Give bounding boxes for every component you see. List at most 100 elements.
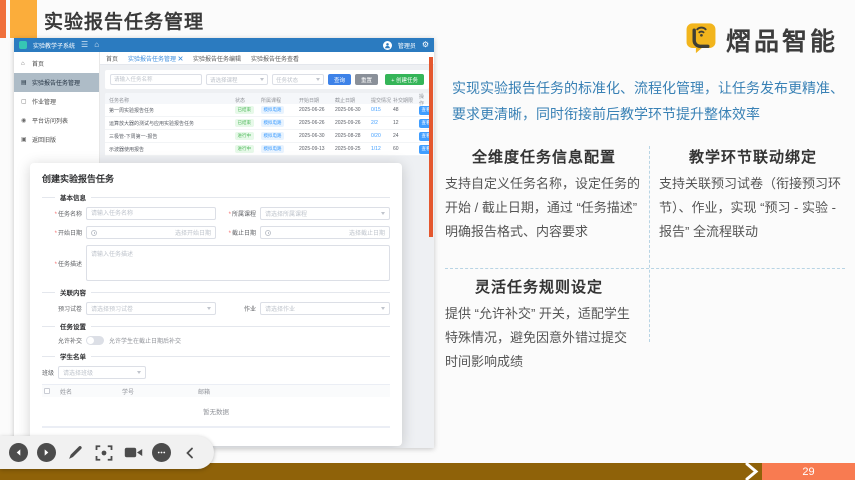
course-badge: 模拟电路 [261,106,284,114]
tab-bar: 首页 实验报告任务管理 实验报告任务编辑 实验报告任务查看 [100,52,434,65]
user-name[interactable]: 管理员 [398,41,416,50]
prev-slide-button[interactable] [9,443,28,462]
close-icon[interactable] [178,55,183,61]
menu-icon[interactable]: ☰ [81,41,88,49]
tab-report-view[interactable]: 实验报告任务查看 [251,54,299,63]
chevron-down-icon [207,307,211,310]
presenter-toolbar [0,436,214,469]
sidebar-item-legacy[interactable]: ▣ 返回旧版 [14,130,99,149]
create-task-button[interactable]: + 创建任务 [385,74,424,85]
quiz-select[interactable]: 请选择预习试卷 [86,302,216,315]
end-date-input[interactable]: 选择截止日期 [260,226,390,239]
start-date-label: 开始日期 [42,228,86,237]
feature-block-config: 全维度任务信息配置 支持自定义任务名称，设定任务的开始 / 截止日期，通过 “任… [445,146,643,244]
clock-icon [91,229,97,236]
chevron-down-icon [381,307,385,310]
task-name-filter-input[interactable] [110,74,202,85]
brand-name: 熠品智能 [726,27,839,56]
course-select[interactable]: 请选择所属课程 [260,207,390,220]
reset-button[interactable]: 重置 [355,74,379,85]
create-task-modal: 创建实验报告任务 基本信息 任务名称 所属课程 请选择所属课程 开始日期 选择开… [30,163,402,448]
course-badge: 模拟电路 [261,132,284,140]
chevron-right-icon [745,463,759,480]
clock-icon [265,229,271,236]
collapse-toolbar-icon[interactable] [180,443,200,463]
student-table: 姓名 学号 邮箱 暂无数据 [42,384,390,428]
tab-home[interactable]: 首页 [106,54,118,63]
gear-icon[interactable]: ⚙ [422,41,429,49]
page-number-badge: 29 [762,463,855,480]
table-row: 运算放大器的测试与应用实验报告任务 已结束 模拟电路 2025-06-26 20… [105,117,429,130]
start-date-input[interactable]: 选择开始日期 [86,226,216,239]
feature-grid: 全维度任务信息配置 支持自定义任务名称，设定任务的开始 / 截止日期，通过 “任… [445,142,849,378]
sidebar-item-report-tasks[interactable]: ▤ 实验报告任务管理 [14,73,99,92]
brand-logo: 熠品智能 [684,20,838,59]
slide: 实验报告任务管理 熠品智能 实验教学子系统 ☰ ⌂ 管理员 ⚙ ⌂ 首页 ▤ 实… [0,0,855,480]
homework-label: 作业 [243,307,256,313]
task-table: 任务名称 状态 所属课程 开始日期 截止日期 提交情况 补交期限 操作 第一周实… [105,93,429,156]
class-label: 班级 [41,371,54,377]
camera-icon[interactable] [123,443,143,463]
select-all-checkbox[interactable] [44,388,50,394]
course-badge: 模拟电路 [261,119,284,127]
class-select[interactable]: 请选择班级 [58,366,146,379]
target-icon: ◉ [21,118,27,124]
view-button[interactable]: 查看 [419,131,429,141]
home-icon: ⌂ [21,60,25,67]
homework-select[interactable]: 请选择作业 [260,302,390,315]
section-students: 学生名单 [42,351,390,361]
list-icon: ▤ [21,80,27,86]
more-options-icon[interactable] [152,443,171,462]
section-basic-info: 基本信息 [42,192,390,202]
brand-bubble-icon [684,20,718,59]
search-button[interactable]: 查询 [328,74,352,85]
allow-resubmit-toggle[interactable] [86,336,105,345]
app-screenshot: 实验教学子系统 ☰ ⌂ 管理员 ⚙ ⌂ 首页 ▤ 实验报告任务管理 ▢ 作业管理 ◉ 平… [14,38,434,448]
sidebar-item-platform[interactable]: ◉ 平台访问列表 [14,111,99,130]
sidebar-item-homework[interactable]: ▢ 作业管理 [14,92,99,111]
feature-title: 教学环节联动绑定 [688,149,817,166]
task-name-input[interactable] [86,207,216,220]
tab-report-edit[interactable]: 实验报告任务编辑 [193,54,241,63]
view-button[interactable]: 查看 [419,105,429,115]
next-slide-button[interactable] [37,443,56,462]
description-textarea[interactable] [86,245,390,281]
feature-body: 支持自定义任务名称，设定任务的开始 / 截止日期，通过 “任务描述” 明确报告格… [445,176,641,240]
view-button[interactable]: 查看 [419,118,429,128]
feature-body: 支持关联预习试卷（衔接预习环节）、作业，实现 “预习 - 实验 - 报告” 全流… [659,176,842,240]
vertical-dashed-divider [649,146,650,342]
divider-line [429,57,433,237]
table-header-row: 任务名称 状态 所属课程 开始日期 截止日期 提交情况 补交期限 操作 [105,93,429,107]
feature-title: 全维度任务信息配置 [471,149,616,166]
course-filter-select[interactable]: 请选择课程 [206,74,268,85]
app-topbar: 实验教学子系统 ☰ ⌂ 管理员 ⚙ [14,38,434,52]
chevron-down-icon [137,371,141,374]
status-badge: 已结束 [235,119,254,127]
section-related: 关联内容 [42,287,390,297]
status-filter-select[interactable]: 任务状态 [272,74,324,85]
view-button[interactable]: 查看 [419,144,429,154]
chevron-down-icon [260,78,264,81]
intro-paragraph: 实现实验报告任务的标准化、流程化管理，让任务发布更精准、要求更清晰，同时衔接前后… [452,80,844,122]
feature-block-rules: 灵活任务规则设定 提供 “允许补交” 开关，适配学生特殊情况，避免因意外错过提交… [445,276,633,374]
tab-report-manage[interactable]: 实验报告任务管理 [128,54,183,63]
filter-bar: 请选择课程 任务状态 查询 重置 + 创建任务 [105,70,429,89]
allow-resubmit-label: 允许补交 [58,339,83,345]
status-badge: 已结束 [235,106,254,114]
page-title: 实验报告任务管理 [44,12,205,33]
pen-icon[interactable] [65,443,85,463]
empty-state: 暂无数据 [42,397,390,427]
task-name-label: 任务名称 [42,209,86,218]
quiz-label: 预习试卷 [57,307,82,313]
chevron-down-icon [316,78,320,81]
course-badge: 模拟电路 [261,145,284,153]
focus-capture-icon[interactable] [94,443,114,463]
course-label: 所属课程 [216,209,260,218]
table-row: 示波器使用报告 进行中 模拟电路 2025-09-13 2025-09-25 1… [105,143,429,156]
chevron-down-icon [381,212,385,215]
sidebar-item-home[interactable]: ⌂ 首页 [14,54,99,73]
avatar[interactable] [382,40,392,50]
home-icon[interactable]: ⌂ [94,41,99,49]
status-badge: 进行中 [235,132,254,140]
feature-title: 灵活任务规则设定 [474,279,603,296]
